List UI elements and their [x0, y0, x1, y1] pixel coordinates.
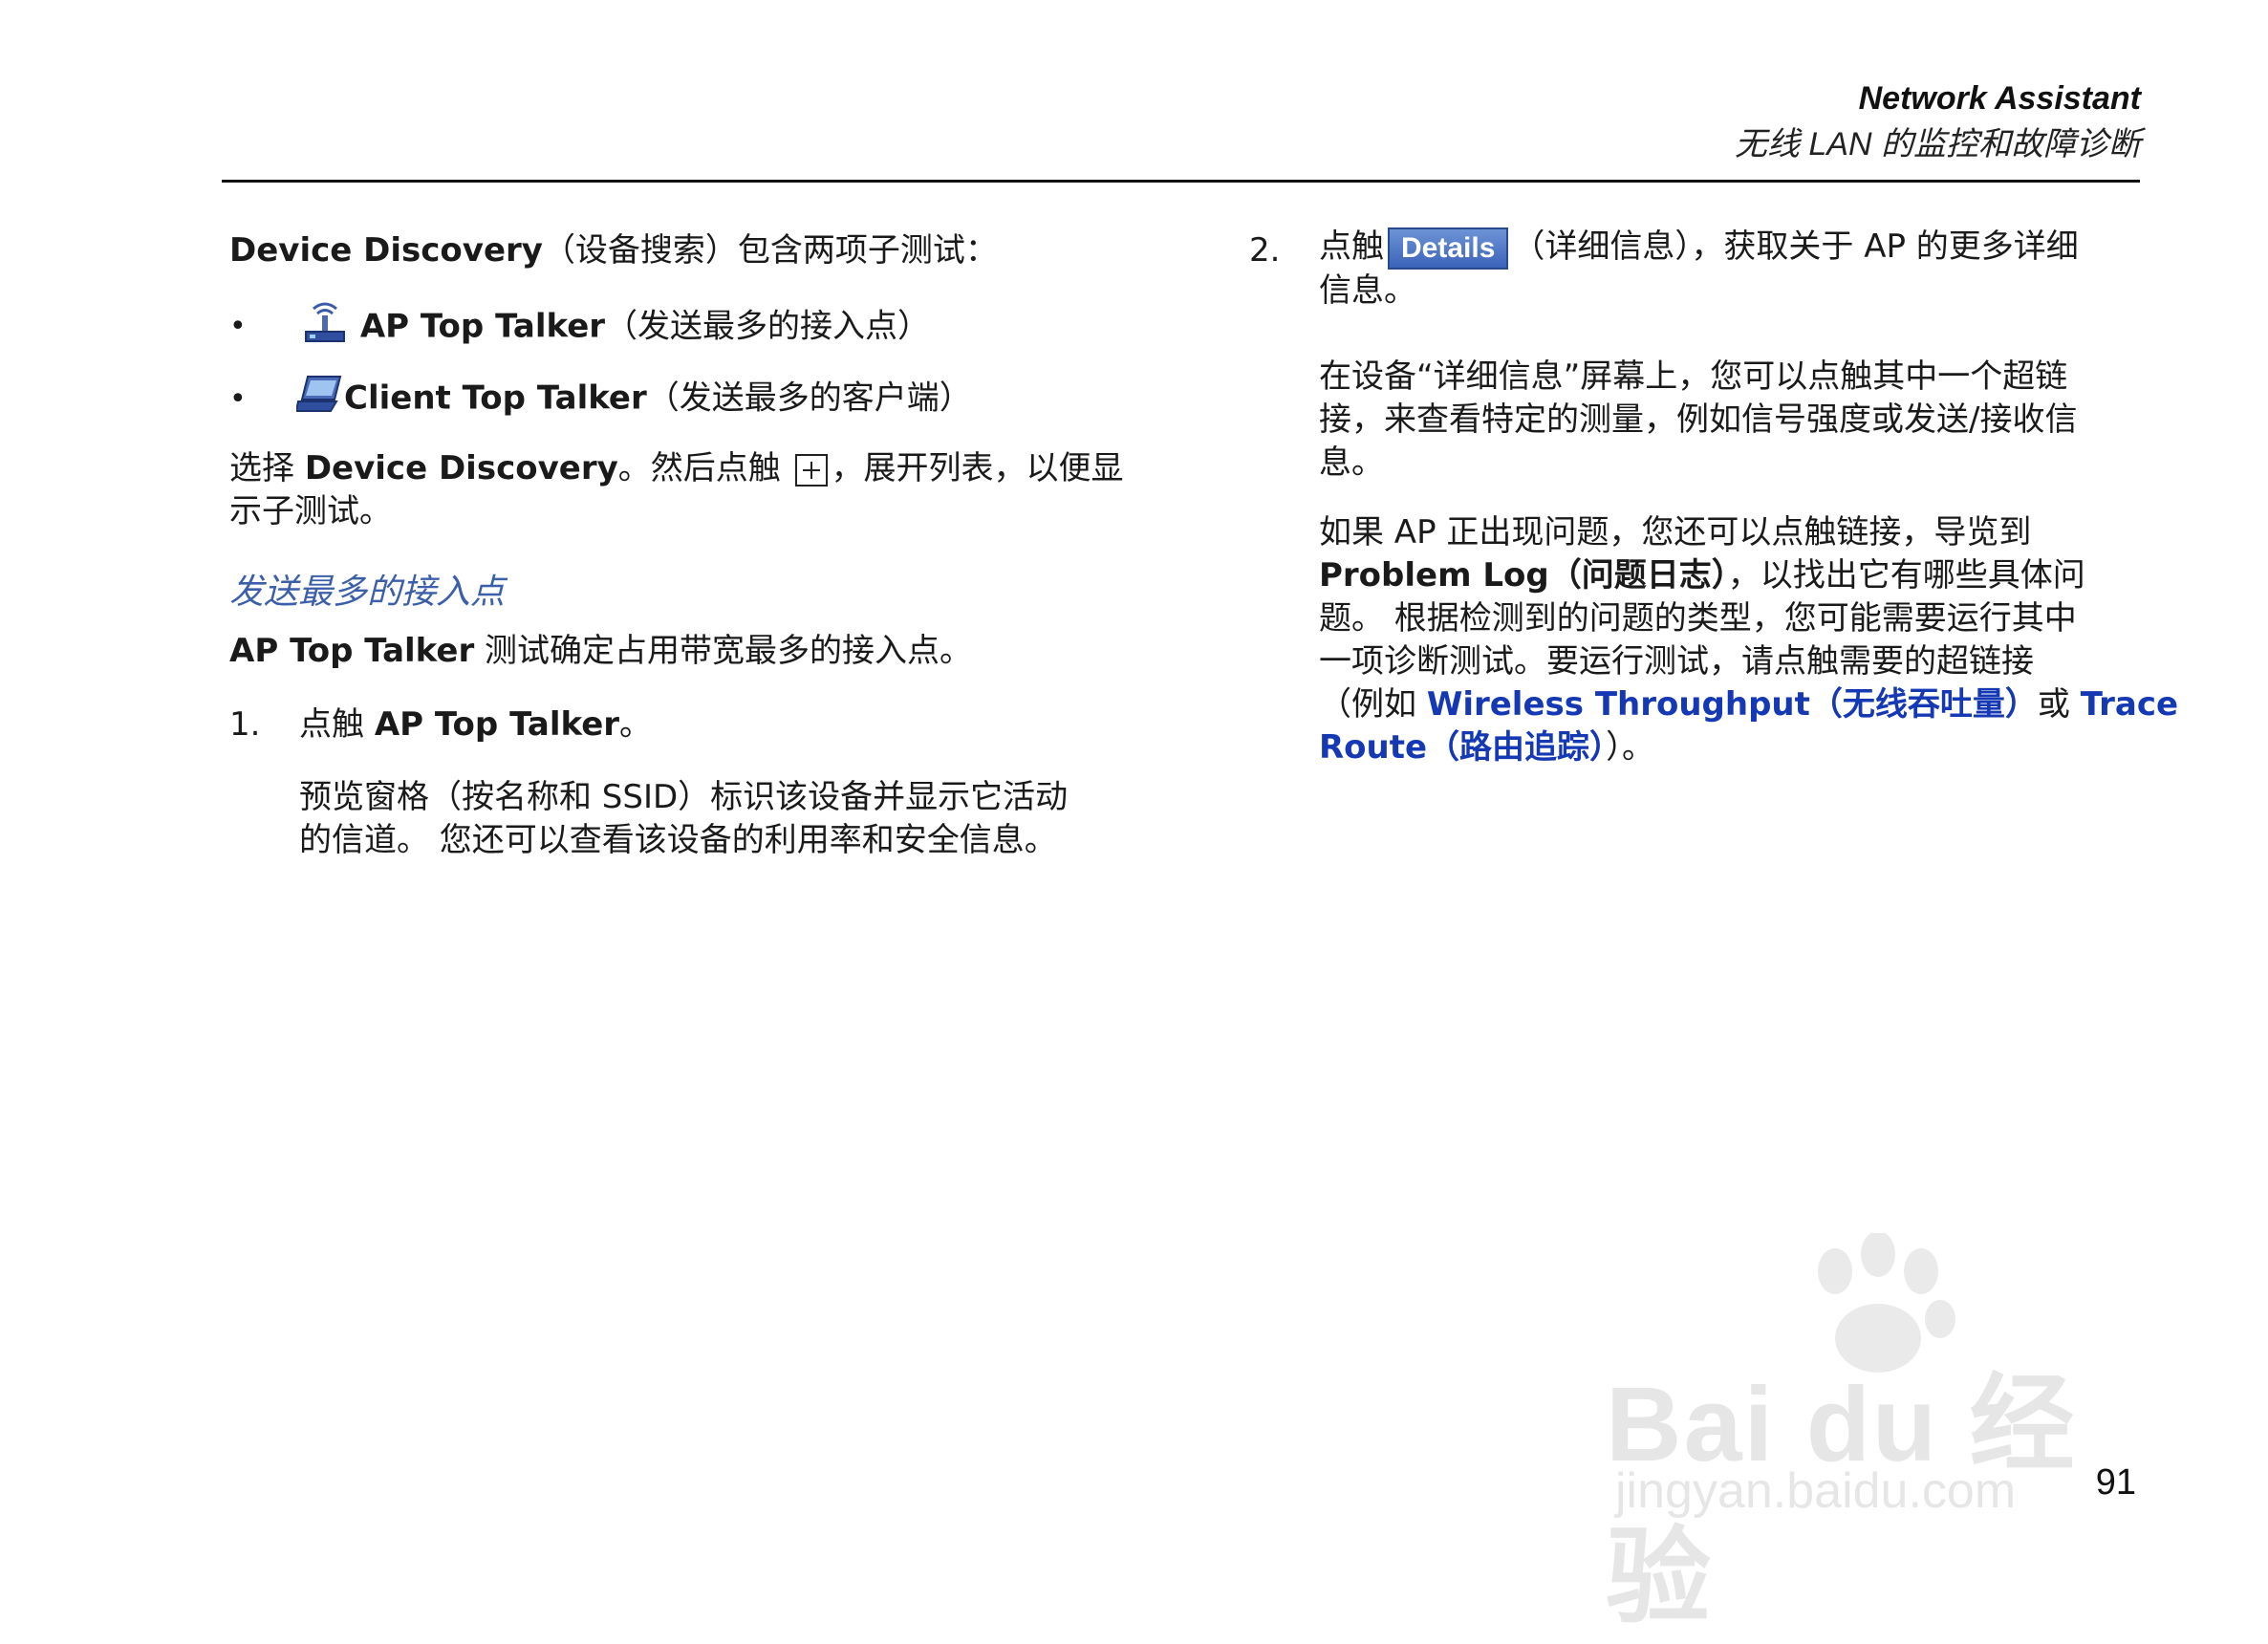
trace-route-link-part1[interactable]: Trace [2081, 685, 2178, 724]
trace-route-link-part2[interactable]: Route [1319, 728, 1427, 767]
bullet-text: （发送最多的接入点） [605, 307, 931, 346]
step-2-line2: 信息。 [1319, 270, 1416, 310]
step-1-text: 点触 AP Top Talker。 [299, 703, 652, 746]
trace-route-link-cn[interactable]: （路由追踪） [1427, 728, 1606, 767]
bullet-term: Client Top Talker [344, 379, 647, 418]
intro-text: （设备搜索）包含两项子测试： [542, 231, 998, 270]
expand-plus-icon [794, 453, 828, 487]
bullet-text: （发送最多的客户端） [646, 379, 972, 418]
step-2-pre: 点触 [1319, 227, 1384, 266]
watermark-url: jingyan.baidu.com [1615, 1463, 2017, 1519]
step-2-number: 2. [1249, 231, 1281, 270]
details-screen-paragraph: 在设备“详细信息”屏幕上，您可以点触其中一个超链 接，来查看特定的测量，例如信号… [1319, 356, 2077, 485]
select-text-post: ，展开列表，以便显 [831, 449, 1124, 487]
bullet-item-ap-top-talker: • [229, 304, 247, 348]
test-term: AP Top Talker [229, 632, 475, 670]
para2-line4: 一项诊断测试。要运行测试，请点触需要的超链接 [1319, 642, 2034, 681]
select-term: Device Discovery [304, 449, 618, 487]
header-rule [222, 180, 2140, 183]
client-laptop-icon [294, 373, 344, 426]
problem-log-paragraph: 如果 AP 正出现问题，您还可以点触链接，导览到 Problem Log（问题日… [1319, 511, 2178, 769]
para1-line1: 在设备“详细信息”屏幕上，您可以点触其中一个超链 [1319, 357, 2068, 396]
para2-or: 或 [2037, 685, 2081, 724]
running-header-subtitle: 无线 LAN 的监控和故障诊断 [1734, 126, 2141, 162]
step-1-post: 。 [619, 705, 653, 744]
intro-paragraph: Device Discovery（设备搜索）包含两项子测试： [229, 229, 998, 272]
step-1-description: 预览窗格（按名称和 SSID）标识该设备并显示它活动 的信道。 您还可以查看该设… [299, 776, 1068, 862]
para2-line2-rest: ，以找出它有哪些具体问 [1727, 556, 2085, 595]
step-1-desc-line1: 预览窗格（按名称和 SSID）标识该设备并显示它活动 [299, 778, 1069, 816]
bullet-dot: • [229, 382, 247, 416]
bullet-dot: • [229, 310, 247, 343]
step-1-term: AP Top Talker [374, 705, 620, 744]
step-2-text: 点触 Details （详细信息），获取关于 AP 的更多详细 信息。 [1319, 226, 2079, 313]
section-heading: 发送最多的接入点 [229, 573, 506, 612]
details-button[interactable]: Details [1388, 227, 1509, 270]
select-text-line2: 示子测试。 [229, 492, 392, 530]
bullet-content-client-top-talker: Client Top Talker（发送最多的客户端） [294, 373, 972, 426]
para2-line5-pre: （例如 [1319, 685, 1427, 724]
step-2-post: （详细信息），获取关于 AP 的更多详细 [1512, 227, 2079, 266]
select-paragraph: 选择 Device Discovery。然后点触 ，展开列表，以便显 示子测试。 [229, 447, 1124, 533]
step-1-pre: 点触 [299, 705, 375, 744]
step-1-desc-line2: 的信道。 您还可以查看该设备的利用率和安全信息。 [299, 821, 1057, 859]
problem-log-term-cn: （问题日志） [1548, 556, 1728, 595]
select-text-mid: 。然后点触 [617, 449, 791, 487]
para1-line3: 息。 [1319, 443, 1384, 482]
ap-tower-icon [300, 299, 350, 357]
select-text-pre: 选择 [229, 449, 305, 487]
step-1-number: 1. [229, 705, 261, 744]
para2-end: ）。 [1606, 728, 1655, 767]
bullet-item-client-top-talker: • [229, 377, 247, 421]
test-text: 测试确定占用带宽最多的接入点。 [474, 632, 973, 670]
para2-line1: 如果 AP 正出现问题，您还可以点触链接，导览到 [1319, 513, 2032, 552]
test-paragraph: AP Top Talker 测试确定占用带宽最多的接入点。 [229, 630, 972, 673]
running-header-title: Network Assistant [1858, 80, 2141, 117]
baidu-jingyan-watermark: Bai du 经验 jingyan.baidu.com [1606, 1233, 2141, 1636]
para1-line2: 接，来查看特定的测量，例如信号强度或发送/接收信 [1319, 400, 2078, 439]
bullet-content-ap-top-talker: AP Top Talker（发送最多的接入点） [300, 299, 930, 357]
page-number: 91 [2095, 1462, 2136, 1503]
wireless-throughput-link[interactable]: Wireless Throughput [1427, 685, 1810, 724]
wireless-throughput-link-cn[interactable]: （无线吞吐量） [1810, 685, 2038, 724]
bullet-term: AP Top Talker [359, 307, 606, 346]
problem-log-term: Problem Log [1319, 556, 1549, 595]
intro-term: Device Discovery [229, 231, 543, 270]
para2-line3: 题。 根据检测到的问题的类型，您可能需要运行其中 [1319, 599, 2077, 638]
